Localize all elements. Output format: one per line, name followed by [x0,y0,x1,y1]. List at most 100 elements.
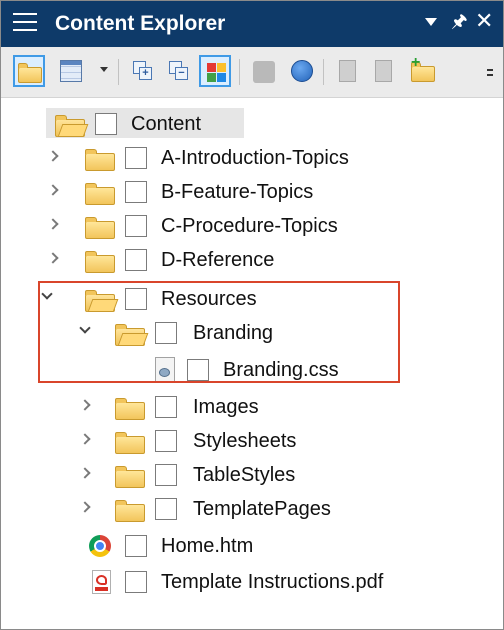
gear-icon [253,61,275,83]
tree-item-label: C-Procedure-Topics [161,215,338,237]
tree-item-c-procedure-topics[interactable]: C-Procedure-Topics [1,208,503,242]
tree-item-checkbox[interactable] [155,322,177,344]
tree-item-checkbox[interactable] [155,396,177,418]
tree-item-images[interactable]: Images [1,389,503,423]
expand-all-icon: + [133,61,153,81]
tree-item-checkbox[interactable] [125,215,147,237]
tree-item-checkbox[interactable] [187,359,209,381]
folder-icon [85,251,115,273]
toolbar-divider [323,59,324,85]
collapse-all-button[interactable]: − [163,55,195,87]
refresh-globe-icon [291,60,313,82]
folder-icon [115,466,145,488]
new-folder-button[interactable]: + [407,55,439,87]
pdf-file-icon [92,570,111,594]
hamburger-menu-icon[interactable] [13,13,37,33]
tree-item-label: TableStyles [193,464,296,486]
tree-item-label: Branding.css [223,359,339,381]
tree-item-label: Home.htm [161,535,254,557]
tree-item-stylesheets[interactable]: Stylesheets [1,423,503,457]
tree-item-label: Branding [193,322,274,344]
document-button[interactable] [331,55,363,87]
tree-item-checkbox[interactable] [95,113,117,135]
color-grid-button[interactable] [199,55,231,87]
caret-down-icon[interactable] [425,18,437,26]
tree-item-label: Content [131,113,202,135]
tree-item-label: B-Feature-Topics [161,181,314,203]
content-explorer-panel: Content Explorer 🖈 ✕ + − + Content A-Int… [0,0,504,630]
tree-item-checkbox[interactable] [125,288,147,310]
chevron-right-icon[interactable] [79,502,91,514]
tree-item-checkbox[interactable] [125,147,147,169]
folder-icon [115,432,145,454]
tree-item-checkbox[interactable] [125,249,147,271]
tree-item-label: D-Reference [161,249,275,271]
tree-item-checkbox[interactable] [125,535,147,557]
folder-open-icon [85,290,115,312]
chevron-right-icon[interactable] [79,434,91,446]
folder-icon [18,63,42,83]
pin-icon[interactable]: 🖈 [451,9,468,33]
tree-item-checkbox[interactable] [125,571,147,593]
collapse-all-icon: − [169,61,189,81]
chevron-right-icon[interactable] [79,468,91,480]
tree-item-d-reference[interactable]: D-Reference [1,242,503,276]
tree-item-resources[interactable]: Resources [1,281,503,315]
tree-item-label: Images [193,396,259,418]
chevron-right-icon[interactable] [47,253,59,265]
folder-icon [115,398,145,420]
tree-item-content[interactable]: Content [1,106,503,140]
tree-item-checkbox[interactable] [155,430,177,452]
folder-icon [85,149,115,171]
chevron-right-icon[interactable] [47,151,59,163]
toolbar-overflow-icon[interactable] [487,69,495,83]
tree-item-home-htm[interactable]: Home.htm [1,528,503,562]
folder-open-icon [55,115,85,137]
folder-icon [85,183,115,205]
settings-button[interactable] [247,55,279,87]
folder-icon [115,500,145,522]
chevron-right-icon[interactable] [47,219,59,231]
chevron-down-icon[interactable] [100,67,108,72]
panel-title: Content Explorer [55,12,226,35]
chrome-browser-icon [89,535,111,557]
tree-item-checkbox[interactable] [155,464,177,486]
tree-item-label: Stylesheets [193,430,297,452]
grid-view-button[interactable] [55,55,87,87]
open-folder-button[interactable] [13,55,45,87]
tree-item-label: Template Instructions.pdf [161,571,384,593]
tree-item-label: A-Introduction-Topics [161,147,349,169]
chevron-right-icon[interactable] [79,400,91,412]
tree-item-branding-css[interactable]: Branding.css [1,352,503,386]
tree-item-a-introduction-topics[interactable]: A-Introduction-Topics [1,140,503,174]
tree-item-b-feature-topics[interactable]: B-Feature-Topics [1,174,503,208]
panel-title-bar: Content Explorer 🖈 ✕ [1,1,503,47]
tree-item-label: Resources [161,288,257,310]
search-document-icon [375,60,392,82]
chevron-down-icon[interactable] [41,292,53,304]
tree-item-branding[interactable]: Branding [1,315,503,349]
folder-open-icon [115,324,145,346]
expand-all-button[interactable]: + [127,55,159,87]
css-file-icon [155,357,175,382]
search-document-button[interactable] [367,55,399,87]
tree-item-tablestyles[interactable]: TableStyles [1,457,503,491]
tree-item-template-instructions-pdf[interactable]: Template Instructions.pdf [1,564,503,598]
tree-item-templatepages[interactable]: TemplatePages [1,491,503,525]
tree-item-label: TemplatePages [193,498,331,520]
color-grid-icon [207,63,227,83]
chevron-down-icon[interactable] [79,326,91,338]
tree-item-checkbox[interactable] [155,498,177,520]
toolbar: + − + [1,47,503,98]
file-tree: Content A-Introduction-Topics B-Feature-… [1,98,503,628]
toolbar-divider [118,59,119,85]
refresh-button[interactable] [285,55,317,87]
folder-icon [85,217,115,239]
close-icon[interactable]: ✕ [475,8,493,34]
document-icon [339,60,356,82]
grid-view-icon [60,60,82,82]
plus-icon: + [411,54,421,71]
toolbar-divider [239,59,240,85]
tree-item-checkbox[interactable] [125,181,147,203]
chevron-right-icon[interactable] [47,185,59,197]
